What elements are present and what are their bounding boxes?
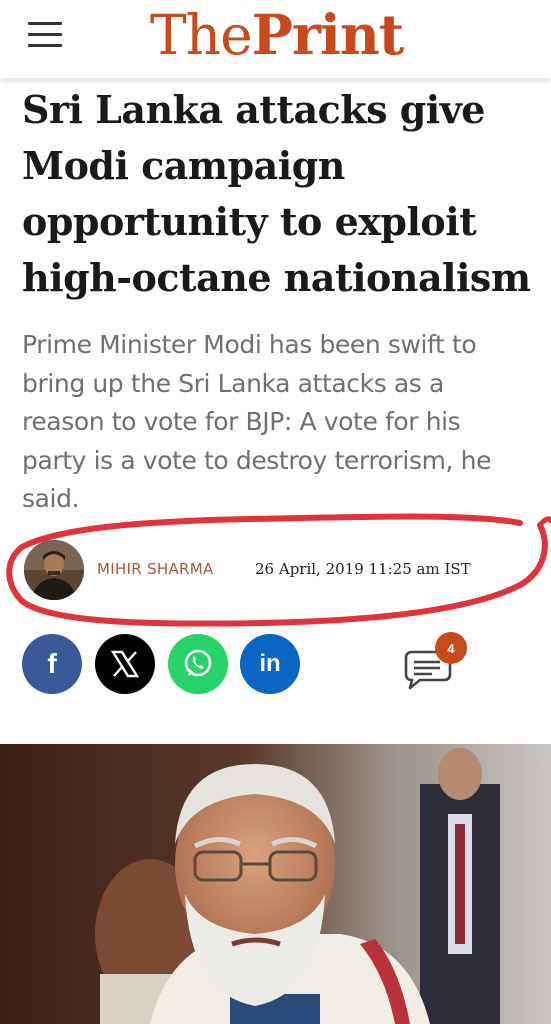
photo-image [0,744,551,1024]
comment-count-badge: 4 [435,632,467,664]
linkedin-share-button[interactable]: in [240,634,300,694]
avatar-portrait [24,540,84,600]
headline-line: Sri Lanka attacks give [22,87,485,132]
comments-button[interactable]: 4 [400,630,470,692]
whatsapp-icon [184,649,212,677]
x-icon [110,650,140,678]
article-standfirst: Prime Minister Modi has been swift to br… [22,326,532,519]
headline-line: opportunity to exploit [22,199,477,244]
publish-date: 26 April, 2019 11:25 am IST [255,560,471,578]
logo-the: The [150,3,253,67]
author-name[interactable]: MIHIR SHARMA [97,560,214,578]
author-avatar[interactable] [24,540,84,600]
article-photo[interactable] [0,744,551,1024]
whatsapp-share-button[interactable] [168,634,228,694]
logo-print: Print [251,2,405,67]
facebook-share-button[interactable]: f [22,634,82,694]
headline-line: high-octane nationalism [22,255,531,300]
headline-line: Modi campaign [22,143,345,188]
standfirst-line: bring up the Sri Lanka attacks as a [22,368,444,398]
standfirst-line: party is a vote to destroy terrorism, he [22,445,492,475]
x-share-button[interactable] [95,634,155,694]
site-logo[interactable]: ThePrint [150,2,405,67]
hamburger-icon[interactable] [28,20,62,50]
article-headline: Sri Lanka attacks give Modi campaign opp… [22,82,532,306]
site-header: ThePrint [0,0,551,78]
standfirst-line: Prime Minister Modi has been swift to [22,330,477,359]
facebook-icon: f [47,648,57,679]
standfirst-line: said. [22,484,80,513]
byline: MIHIR SHARMA 26 April, 2019 11:25 am IST [24,540,524,602]
linkedin-icon: in [259,650,281,677]
standfirst-line: reason to vote for BJP: A vote for his [22,407,461,436]
